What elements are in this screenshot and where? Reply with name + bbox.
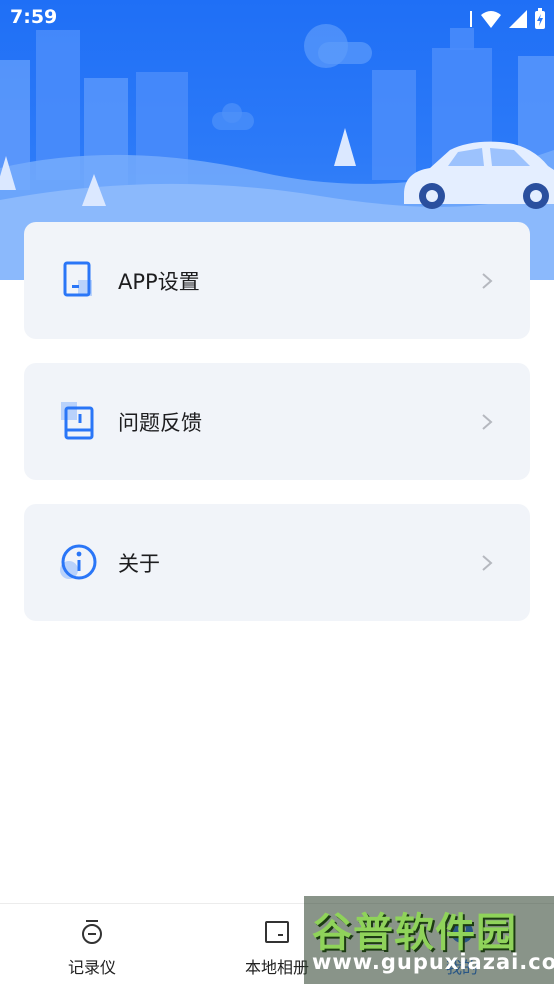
car-illustration — [404, 141, 554, 209]
watermark-url: www.gupuxiazai.com — [312, 950, 554, 974]
menu-item-label: 问题反馈 — [118, 410, 202, 435]
status-bar: 7:59 — [0, 0, 554, 38]
nav-label-album: 本地相册 — [244, 958, 309, 977]
status-icons — [468, 8, 546, 34]
sim-icon — [468, 9, 474, 33]
status-time: 7:59 — [10, 6, 58, 28]
chevron-right-icon — [482, 413, 493, 430]
wifi-icon — [480, 9, 502, 33]
app-settings-icon — [56, 258, 102, 304]
menu-item-app-settings[interactable]: APP设置 — [24, 222, 530, 339]
nav-label-recorder: 记录仪 — [67, 958, 116, 977]
chevron-right-icon — [482, 554, 493, 571]
menu-item-label: 关于 — [118, 551, 160, 576]
menu-item-label: APP设置 — [118, 269, 200, 294]
watermark: 谷普软件园 www.gupuxiazai.com — [304, 896, 554, 984]
battery-charging-icon — [534, 8, 546, 34]
album-icon — [265, 921, 289, 943]
dashcam-icon — [82, 920, 102, 944]
signal-icon — [508, 9, 528, 33]
chevron-right-icon — [482, 272, 493, 289]
info-icon — [56, 540, 102, 586]
menu-item-about[interactable]: 关于 — [24, 504, 530, 621]
feedback-icon — [56, 399, 102, 445]
nav-item-recorder[interactable]: 记录仪 — [22, 904, 162, 984]
menu-item-feedback[interactable]: 问题反馈 — [24, 363, 530, 480]
